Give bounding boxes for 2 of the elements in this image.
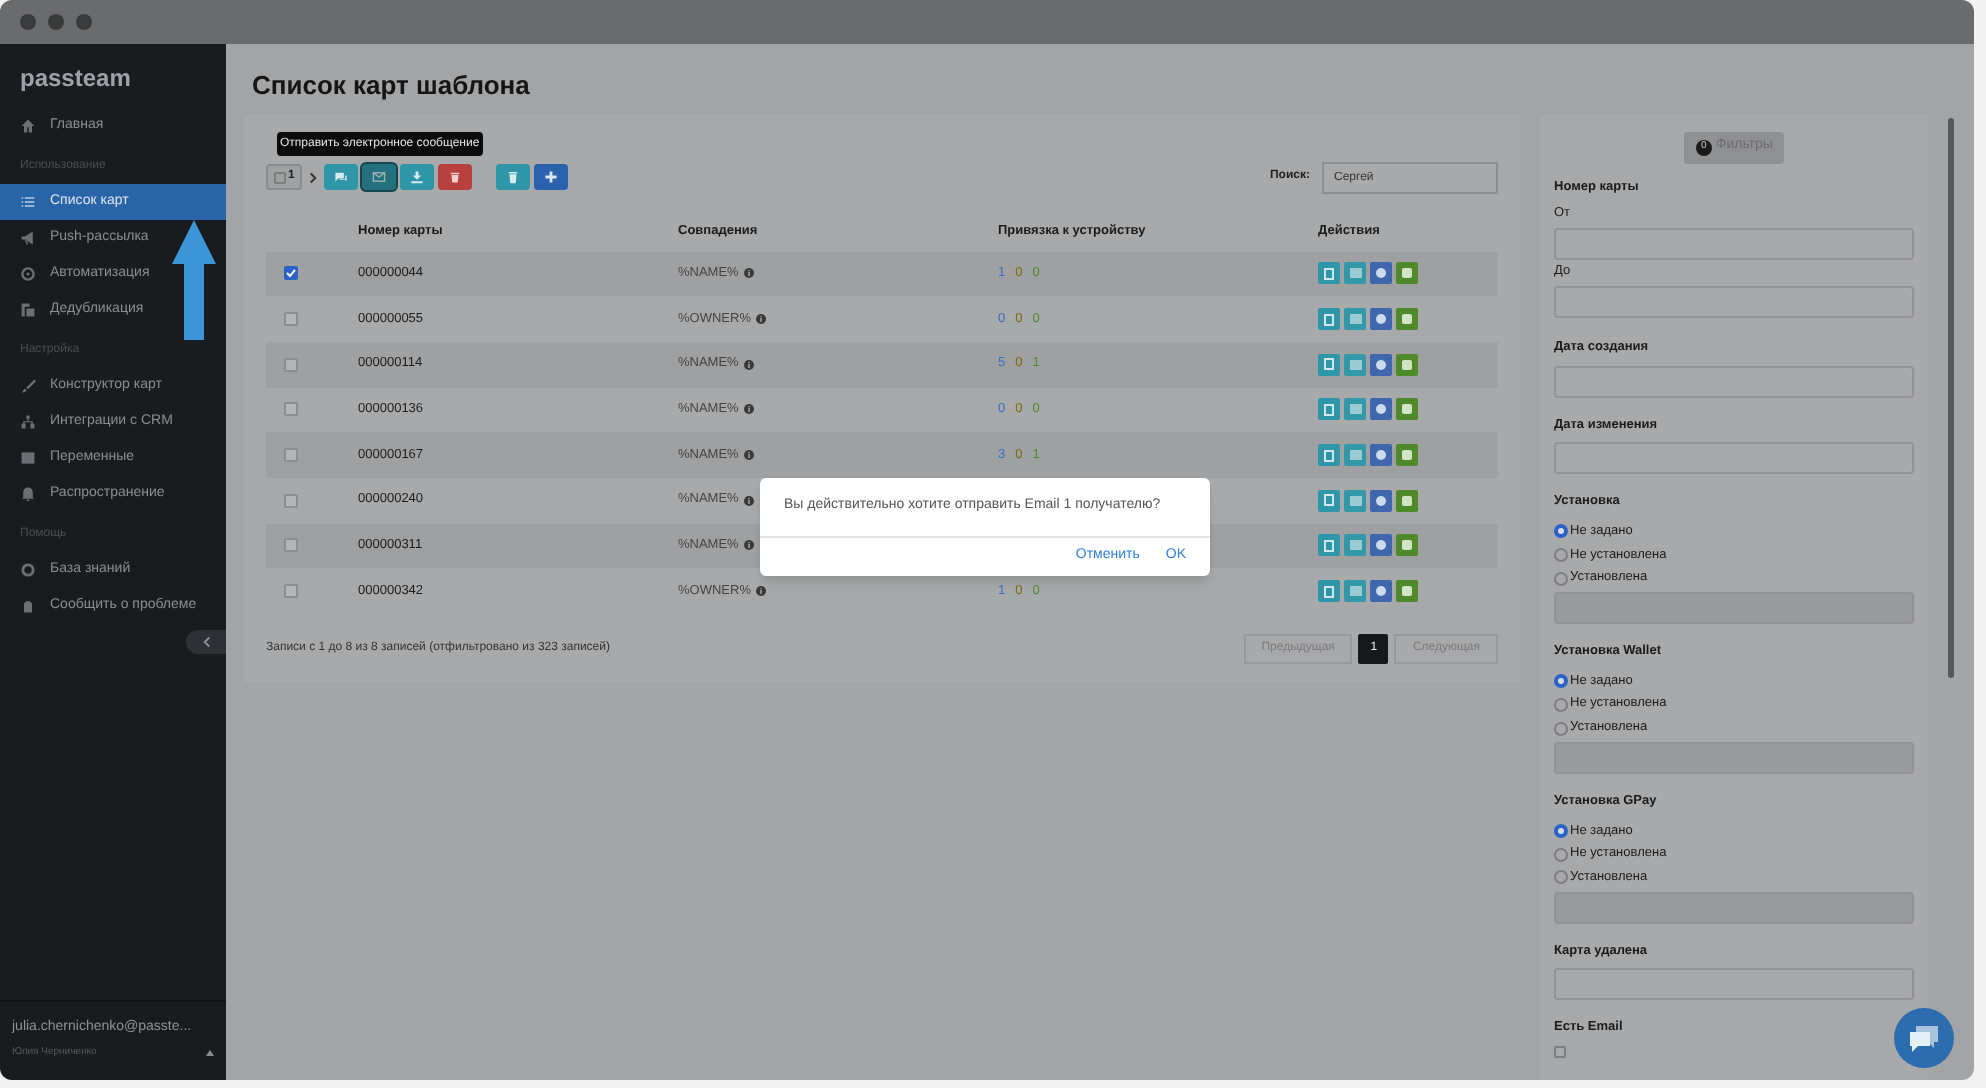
logo: passteam	[18, 62, 133, 96]
page-title: Список карт шаблона	[250, 68, 530, 104]
